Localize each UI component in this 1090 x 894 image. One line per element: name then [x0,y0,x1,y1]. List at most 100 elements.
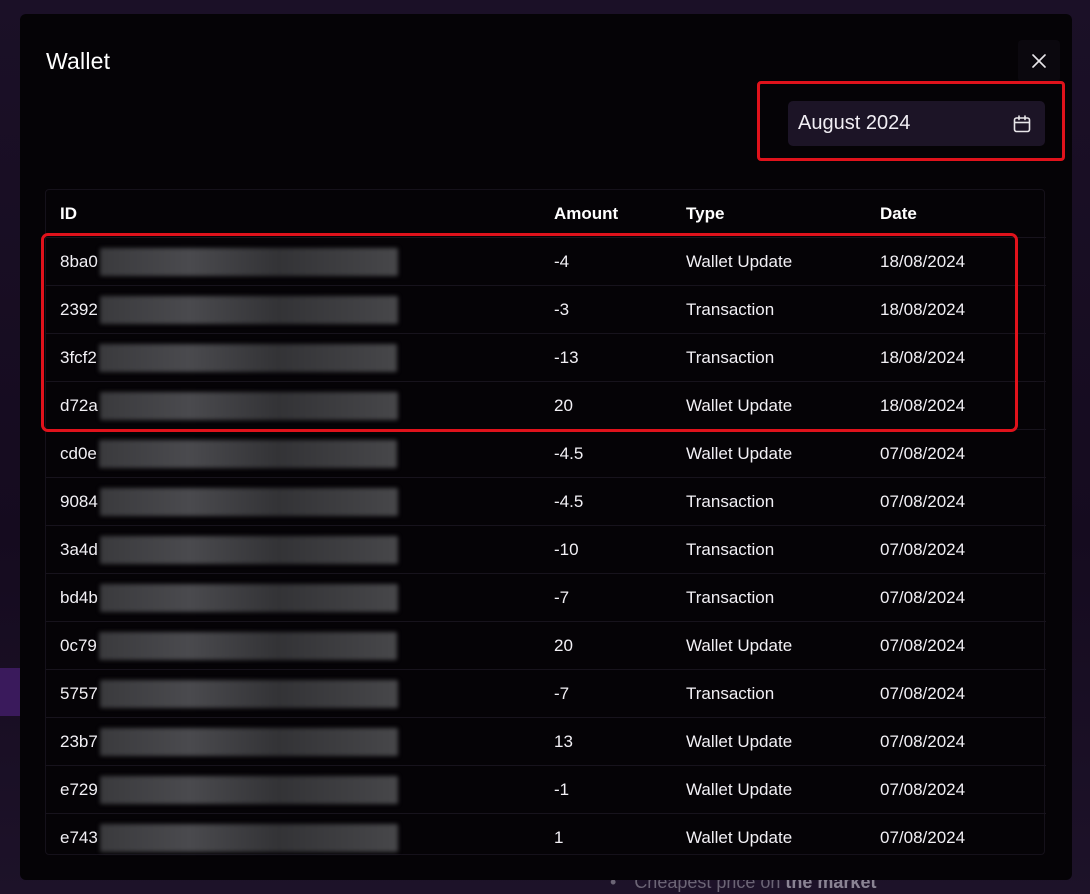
id-prefix: 8ba0 [60,251,98,271]
cell-date: 07/08/2024 [880,765,1046,814]
column-header-id: ID [46,190,554,238]
table-row: cd0e -4.5 Wallet Update 07/08/2024 [46,429,1046,478]
cell-amount: -10 [554,525,686,574]
cell-amount: 13 [554,717,686,766]
table-row: 2392 -3 Transaction 18/08/2024 [46,285,1046,334]
table-row: 8ba0 -4 Wallet Update 18/08/2024 [46,237,1046,286]
cell-id: e729 [46,765,554,814]
cell-id: 3a4d [46,525,554,574]
table-row: e743 1 Wallet Update 07/08/2024 [46,814,1046,862]
month-picker-value: August 2024 [798,112,911,134]
id-prefix: 5757 [60,683,98,703]
cell-amount: -13 [554,333,686,382]
id-prefix: 2392 [60,299,98,319]
id-redacted-blur [99,679,398,708]
table-row: 23b7 13 Wallet Update 07/08/2024 [46,717,1046,766]
cell-type: Transaction [686,333,880,382]
id-redacted-blur [99,295,398,324]
cell-amount: 20 [554,621,686,670]
id-prefix: cd0e [60,443,97,463]
cell-id: 5757 [46,669,554,718]
column-header-amount: Amount [554,190,686,238]
id-prefix: e743 [60,827,98,847]
id-prefix: 3fcf2 [60,347,97,367]
wallet-modal: Wallet August 2024 ID Amount Type Date 8… [20,14,1072,880]
table-row: 0c79 20 Wallet Update 07/08/2024 [46,621,1046,670]
cell-date: 18/08/2024 [880,333,1046,382]
id-prefix: d72a [60,395,98,415]
cell-amount: 1 [554,827,564,847]
id-redacted-blur [99,823,398,852]
cell-type: Wallet Update [686,381,880,430]
table-row: bd4b -7 Transaction 07/08/2024 [46,573,1046,622]
cell-type: Wallet Update [686,237,880,286]
cell-type: Wallet Update [686,717,880,766]
calendar-icon[interactable] [1011,113,1033,135]
column-header-type: Type [686,190,880,238]
table-row: 9084 -4.5 Transaction 07/08/2024 [46,477,1046,526]
id-redacted-blur [99,247,398,276]
modal-title: Wallet [46,48,111,74]
cell-date: 07/08/2024 [880,621,1046,670]
cell-type: Wallet Update [686,765,880,814]
id-prefix: e729 [60,779,98,799]
cell-id: 9084 [46,477,554,526]
id-prefix: bd4b [60,587,98,607]
table-header-row: ID Amount Type Date [46,190,1046,238]
wallet-table: ID Amount Type Date 8ba0 -4 Wallet Update 1… [46,190,1046,861]
wallet-table-container[interactable]: ID Amount Type Date 8ba0 -4 Wallet Update 1… [45,189,1046,855]
cell-date: 07/08/2024 [880,669,1046,718]
cell-id: cd0e [46,429,554,478]
cell-type: Wallet Update [686,621,880,670]
cell-date: 07/08/2024 [880,429,1046,478]
cell-amount: 20 [554,381,686,430]
cell-type: Wallet Update [686,429,880,478]
id-redacted-blur [99,727,398,756]
cell-date: 18/08/2024 [880,285,1046,334]
table-row: 3fcf2 -13 Transaction 18/08/2024 [46,333,1046,382]
cell-date: 07/08/2024 [880,477,1046,526]
cell-date: 07/08/2024 [880,525,1046,574]
column-header-date: Date [880,190,1046,238]
id-prefix: 0c79 [60,635,97,655]
cell-amount: -4.5 [554,477,686,526]
id-redacted-blur [99,391,398,420]
cell-amount: -3 [554,285,686,334]
cell-type: Transaction [686,477,880,526]
month-picker[interactable]: August 2024 [788,101,1045,146]
cell-type: Transaction [686,525,880,574]
cell-id: bd4b [46,573,554,622]
id-redacted-blur [99,487,398,516]
cell-type: Transaction [686,669,880,718]
table-row: 5757 -7 Transaction 07/08/2024 [46,669,1046,718]
close-icon [1032,54,1046,68]
id-redacted-blur [99,535,398,564]
cell-type: Transaction [686,573,880,622]
cell-type: Wallet Update [686,827,793,847]
cell-date: 18/08/2024 [880,381,1046,430]
table-row: 3a4d -10 Transaction 07/08/2024 [46,525,1046,574]
cell-date: 07/08/2024 [880,573,1046,622]
cell-id: e743 [46,814,554,862]
cell-id: 8ba0 [46,237,554,286]
cell-id: 2392 [46,285,554,334]
cell-amount: -4 [554,237,686,286]
close-button[interactable] [1018,40,1060,82]
backdrop-accent [0,668,20,716]
cell-amount: -4.5 [554,429,686,478]
table-row: e729 -1 Wallet Update 07/08/2024 [46,765,1046,814]
cell-id: 0c79 [46,621,554,670]
cell-id: 23b7 [46,717,554,766]
table-row: d72a 20 Wallet Update 18/08/2024 [46,381,1046,430]
id-redacted-blur [98,439,397,468]
cell-amount: -7 [554,669,686,718]
id-prefix: 23b7 [60,731,98,751]
cell-amount: -7 [554,573,686,622]
cell-id: d72a [46,381,554,430]
cell-type: Transaction [686,285,880,334]
id-redacted-blur [99,775,398,804]
id-prefix: 9084 [60,491,98,511]
cell-amount: -1 [554,765,686,814]
cell-date: 07/08/2024 [880,827,966,847]
id-redacted-blur [99,583,398,612]
